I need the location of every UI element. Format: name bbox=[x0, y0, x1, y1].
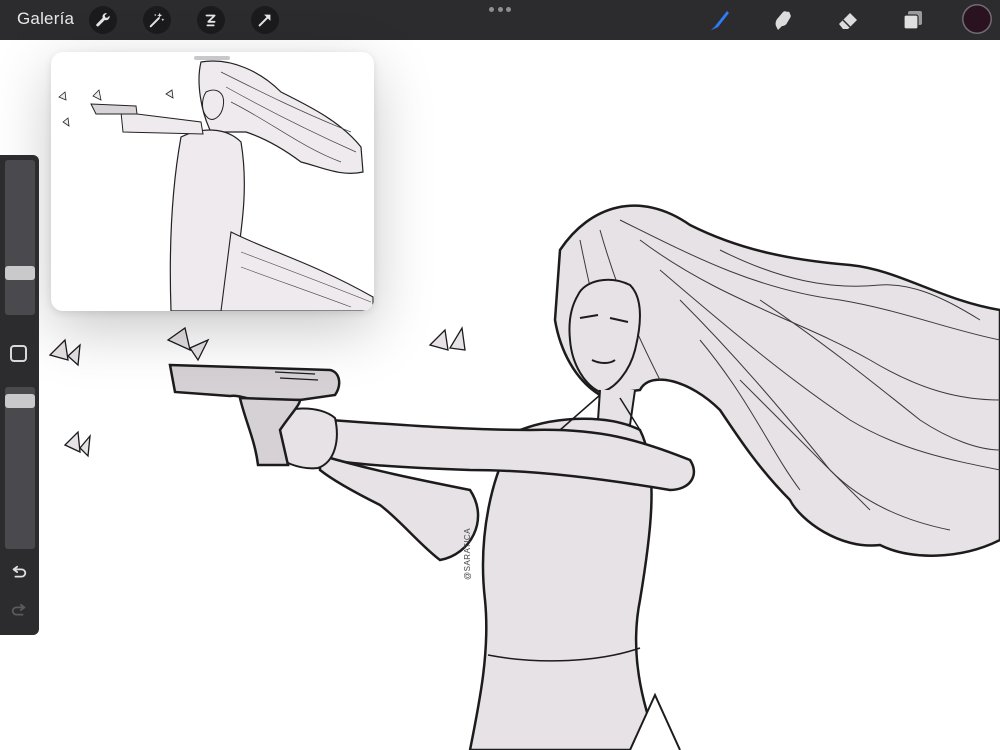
reference-thumbnail bbox=[58, 60, 374, 311]
dot-icon bbox=[489, 6, 494, 12]
magic-wand-icon bbox=[149, 12, 165, 28]
color-picker-swatch[interactable] bbox=[962, 4, 992, 34]
eraser-icon bbox=[839, 13, 857, 29]
undo-button[interactable] bbox=[9, 563, 29, 583]
reference-window[interactable] bbox=[51, 52, 374, 311]
reference-drag-handle[interactable] bbox=[194, 56, 230, 60]
redo-arrow-icon bbox=[11, 603, 26, 616]
transform-button[interactable] bbox=[251, 6, 279, 34]
undo-arrow-icon bbox=[12, 565, 27, 578]
eraser-tool-button[interactable] bbox=[832, 4, 864, 36]
layers-icon bbox=[903, 11, 922, 30]
front-arm bbox=[318, 453, 480, 562]
smudge-icon bbox=[775, 11, 791, 30]
brush-icon bbox=[711, 11, 729, 30]
dot-icon bbox=[497, 6, 503, 12]
more-options-button[interactable] bbox=[489, 4, 511, 14]
brush-tool-button[interactable] bbox=[703, 4, 735, 36]
gallery-link[interactable]: Galería bbox=[17, 9, 74, 29]
brush-opacity-slider[interactable] bbox=[5, 387, 35, 549]
square-icon[interactable] bbox=[10, 345, 27, 362]
redo-button[interactable] bbox=[9, 601, 29, 621]
brush-size-slider[interactable] bbox=[5, 160, 35, 315]
adjustments-button[interactable] bbox=[143, 6, 171, 34]
wrench-icon bbox=[96, 13, 110, 27]
brush-opacity-knob[interactable] bbox=[5, 394, 35, 408]
selection-button[interactable] bbox=[197, 6, 225, 34]
actions-wrench-button[interactable] bbox=[89, 6, 117, 34]
selection-icon bbox=[205, 14, 216, 27]
layers-button[interactable] bbox=[897, 4, 929, 36]
top-toolbar: Galería bbox=[0, 0, 1000, 40]
transform-arrow-icon bbox=[258, 14, 271, 27]
left-sidebar bbox=[0, 155, 39, 635]
artist-signature: @SARATICA bbox=[463, 527, 472, 580]
smudge-tool-button[interactable] bbox=[767, 4, 799, 36]
dot-icon bbox=[506, 6, 511, 12]
brush-size-knob[interactable] bbox=[5, 266, 35, 280]
